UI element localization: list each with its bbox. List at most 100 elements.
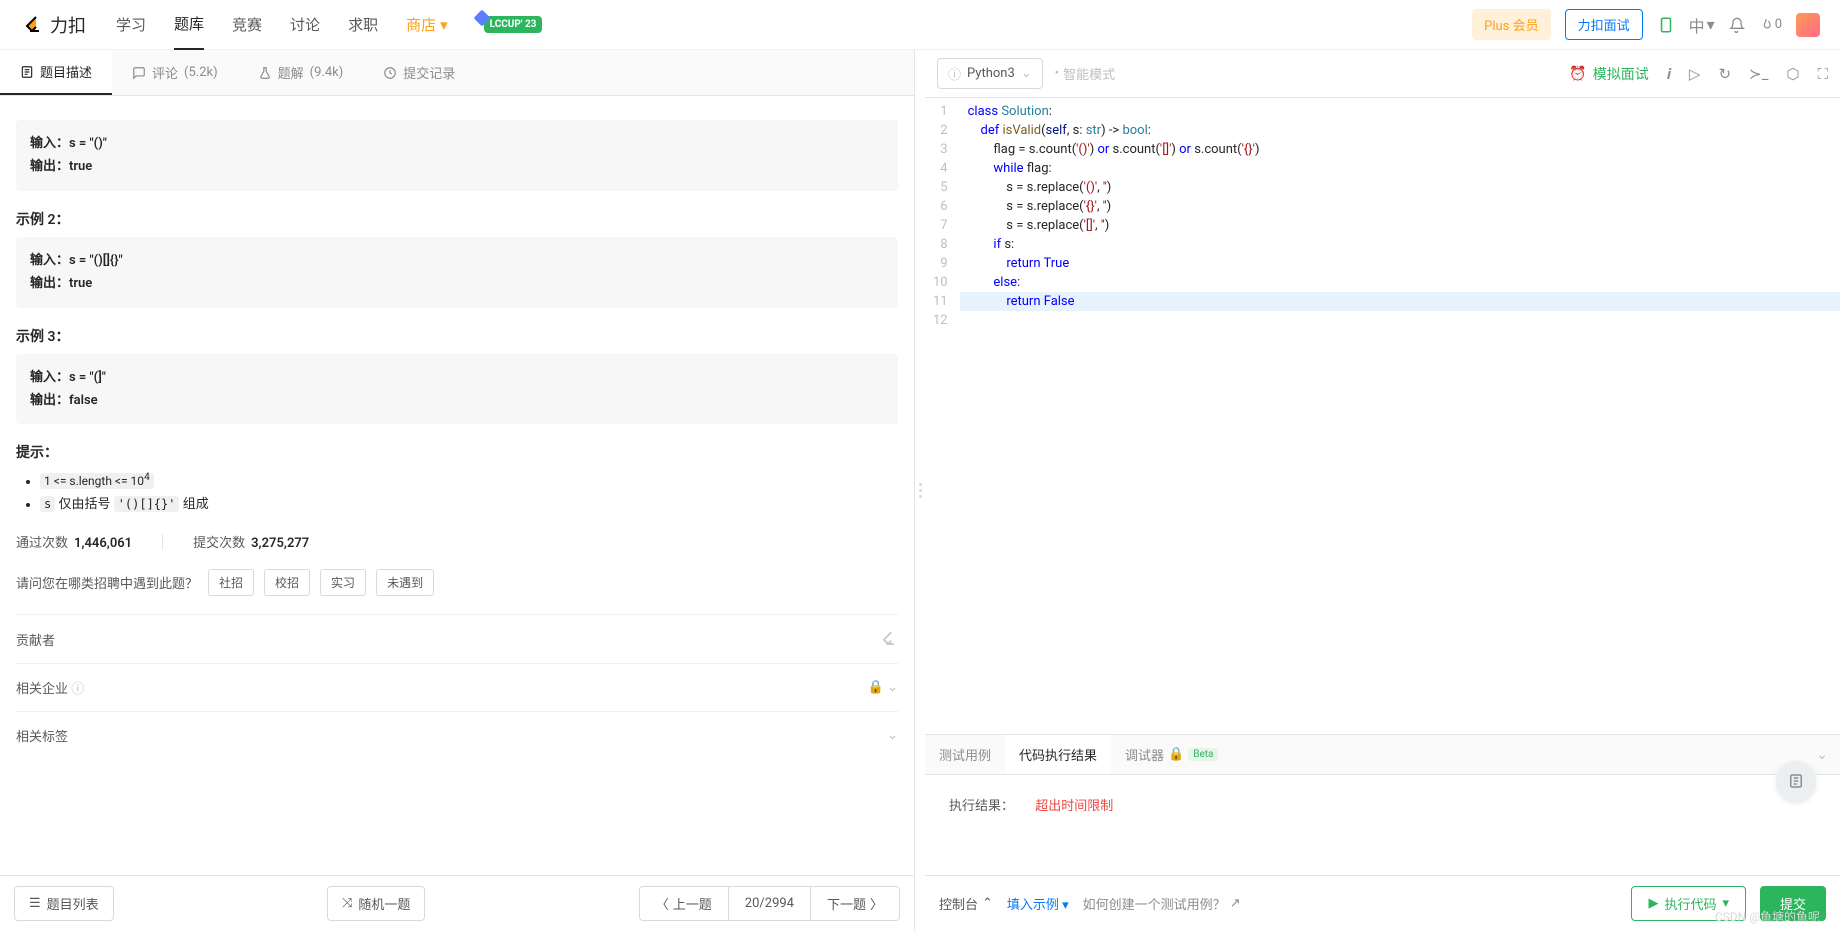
logo[interactable]: 力扣 bbox=[20, 12, 86, 38]
nav-problems[interactable]: 题库 bbox=[174, 0, 204, 50]
run-icon[interactable]: ▷ bbox=[1689, 65, 1701, 83]
language-switch[interactable]: 中 ▾ bbox=[1689, 13, 1715, 37]
console-tab-result[interactable]: 代码执行结果 bbox=[1005, 735, 1111, 774]
lock-icon: 🔒 bbox=[1168, 747, 1184, 762]
nav-discuss[interactable]: 讨论 bbox=[290, 0, 320, 49]
desc-tabs: 题目描述 评论 (5.2k) 题解 (9.4k) 提交记录 bbox=[0, 50, 914, 96]
result-label: 执行结果： bbox=[949, 799, 1014, 814]
next-button[interactable]: 下一题〉 bbox=[811, 887, 899, 920]
example-3-title: 示例 3： bbox=[16, 326, 898, 346]
tab-description[interactable]: 题目描述 bbox=[0, 50, 112, 95]
contributors-row[interactable]: 贡献者 bbox=[16, 614, 898, 663]
lccup-badge[interactable]: LCCUP' 23 bbox=[484, 16, 543, 33]
pane-splitter[interactable] bbox=[915, 50, 925, 931]
left-pane: 题目描述 评论 (5.2k) 题解 (9.4k) 提交记录 输入：s = "()… bbox=[0, 50, 915, 931]
survey-btn-0[interactable]: 社招 bbox=[208, 569, 254, 596]
console-bottom: 控制台 ⌃ 填入示例 ▾ 如何创建一个测试用例？ ↗ ▶执行代码 ▾ 提交 bbox=[925, 875, 1840, 931]
editor-toolbar: ⓘPython3⌄ • 智能模式 ⏰模拟面试 𝒊 ▷ ↻ ≻_ ⬡ ⛶ bbox=[925, 50, 1840, 98]
console-tab-testcase[interactable]: 测试用例 bbox=[925, 735, 1005, 774]
tab-solutions[interactable]: 题解 (9.4k) bbox=[238, 50, 364, 95]
caret-down-icon: ▾ bbox=[440, 16, 448, 34]
chevron-down-icon: ⌄ bbox=[1021, 66, 1032, 81]
fullscreen-icon[interactable]: ⛶ bbox=[1818, 65, 1829, 83]
code-area[interactable]: class Solution: def isValid(self, s: str… bbox=[960, 98, 1840, 734]
bell-icon[interactable] bbox=[1729, 17, 1745, 33]
hint-1: 1 <= s.length <= 104 bbox=[40, 472, 898, 489]
list-icon: ☰ bbox=[29, 896, 41, 911]
nav-store[interactable]: 商店▾ bbox=[406, 0, 448, 49]
tab-comments[interactable]: 评论 (5.2k) bbox=[112, 50, 238, 95]
example-3: 输入：s = "(]" 输出：false bbox=[16, 354, 898, 425]
top-bar: 力扣 学习 题库 竞赛 讨论 求职 商店▾ LCCUP' 23 Plus 会员 … bbox=[0, 0, 1840, 50]
hints-title: 提示： bbox=[16, 442, 898, 462]
chevron-down-icon: ⌄ bbox=[887, 728, 898, 743]
problem-list-button[interactable]: ☰题目列表 bbox=[14, 886, 114, 921]
survey-btn-3[interactable]: 未遇到 bbox=[376, 569, 434, 596]
example-2: 输入：s = "()[]{}" 输出：true bbox=[16, 237, 898, 308]
leetcode-small-icon bbox=[878, 629, 898, 649]
survey-row: 请问您在哪类招聘中遇到此题？ 社招 校招 实习 未遇到 bbox=[16, 569, 898, 596]
smart-mode[interactable]: • 智能模式 bbox=[1055, 64, 1115, 83]
chevron-right-icon: 〉 bbox=[870, 894, 883, 913]
notes-fab[interactable] bbox=[1776, 761, 1816, 801]
ex1-output: 输出：true bbox=[30, 159, 92, 174]
survey-btn-1[interactable]: 校招 bbox=[264, 569, 310, 596]
result-value: 超出时间限制 bbox=[1035, 799, 1113, 814]
interview-button[interactable]: 力扣面试 bbox=[1565, 9, 1643, 40]
info-icon[interactable]: 𝒊 bbox=[1667, 65, 1671, 83]
lock-icon: 🔒 bbox=[868, 680, 884, 695]
ex3-input: 输入：s = "(]" bbox=[30, 370, 106, 385]
submit-count: 提交次数3,275,277 bbox=[193, 532, 309, 551]
document-icon bbox=[20, 65, 34, 79]
console-collapse[interactable]: ⌄ bbox=[1816, 747, 1828, 763]
ex2-output: 输出：true bbox=[30, 276, 92, 291]
tags-row[interactable]: 相关标签 ⌄ bbox=[16, 711, 898, 759]
survey-question: 请问您在哪类招聘中遇到此题？ bbox=[16, 573, 198, 592]
streak-fire[interactable]: 0 bbox=[1759, 17, 1782, 32]
console-tabs: 测试用例 代码执行结果 调试器 🔒 Beta ⌄ bbox=[925, 734, 1840, 775]
alarm-icon: ⏰ bbox=[1569, 66, 1586, 82]
main: 题目描述 评论 (5.2k) 题解 (9.4k) 提交记录 输入：s = "()… bbox=[0, 50, 1840, 931]
play-icon: ▶ bbox=[1648, 896, 1658, 911]
prev-button[interactable]: 〈上一题 bbox=[640, 887, 729, 920]
problem-counter: 20/2994 bbox=[729, 887, 811, 920]
result-area: 执行结果： 超出时间限制 bbox=[925, 775, 1840, 875]
fill-example-link[interactable]: 填入示例 ▾ bbox=[1007, 894, 1069, 913]
submit-button[interactable]: 提交 bbox=[1760, 886, 1826, 921]
hints: 1 <= s.length <= 104 s 仅由括号 '()[]{}' 组成 bbox=[16, 472, 898, 512]
survey-btn-2[interactable]: 实习 bbox=[320, 569, 366, 596]
user-avatar[interactable] bbox=[1796, 13, 1820, 37]
ex3-output: 输出：false bbox=[30, 393, 98, 408]
mock-interview-button[interactable]: ⏰模拟面试 bbox=[1569, 64, 1648, 84]
companies-row[interactable]: 相关企业 ⓘ 🔒 ⌄ bbox=[16, 663, 898, 711]
terminal-icon[interactable]: ≻_ bbox=[1749, 65, 1768, 83]
shuffle-icon: ⤨ bbox=[342, 896, 352, 911]
console-toggle[interactable]: 控制台 ⌃ bbox=[939, 894, 993, 913]
flask-icon bbox=[258, 66, 272, 80]
console-tab-debugger[interactable]: 调试器 🔒 Beta bbox=[1111, 735, 1232, 774]
description-content: 输入：s = "()" 输出：true 示例 2： 输入：s = "()[]{}… bbox=[0, 96, 914, 875]
nav-contest[interactable]: 竞赛 bbox=[232, 0, 262, 49]
language-select[interactable]: ⓘPython3⌄ bbox=[937, 58, 1043, 89]
top-right: Plus 会员 力扣面试 中 ▾ 0 bbox=[1472, 9, 1820, 40]
stats-row: 通过次数1,446,061 提交次数3,275,277 bbox=[16, 532, 898, 551]
prev-next-group: 〈上一题 20/2994 下一题〉 bbox=[639, 886, 900, 921]
history-icon bbox=[383, 66, 397, 80]
hint-2: s 仅由括号 '()[]{}' 组成 bbox=[40, 493, 898, 512]
code-editor[interactable]: 123456789101112 class Solution: def isVa… bbox=[925, 98, 1840, 734]
brand-text: 力扣 bbox=[50, 12, 86, 38]
app-icon[interactable] bbox=[1657, 16, 1675, 34]
reset-icon[interactable]: ↻ bbox=[1718, 65, 1731, 83]
pass-count: 通过次数1,446,061 bbox=[16, 532, 132, 551]
leetcode-logo-icon bbox=[20, 13, 44, 37]
testcase-help[interactable]: 如何创建一个测试用例？ ↗ bbox=[1083, 894, 1241, 913]
settings-icon[interactable]: ⬡ bbox=[1786, 65, 1799, 83]
run-code-button[interactable]: ▶执行代码 ▾ bbox=[1631, 886, 1746, 921]
nav-jobs[interactable]: 求职 bbox=[348, 0, 378, 49]
bottom-bar: ☰题目列表 ⤨随机一题 〈上一题 20/2994 下一题〉 bbox=[0, 875, 914, 931]
random-button[interactable]: ⤨随机一题 bbox=[327, 886, 425, 921]
ex2-input: 输入：s = "()[]{}" bbox=[30, 253, 123, 268]
plus-member-button[interactable]: Plus 会员 bbox=[1472, 9, 1550, 40]
tab-submissions[interactable]: 提交记录 bbox=[363, 50, 475, 95]
nav-study[interactable]: 学习 bbox=[116, 0, 146, 49]
